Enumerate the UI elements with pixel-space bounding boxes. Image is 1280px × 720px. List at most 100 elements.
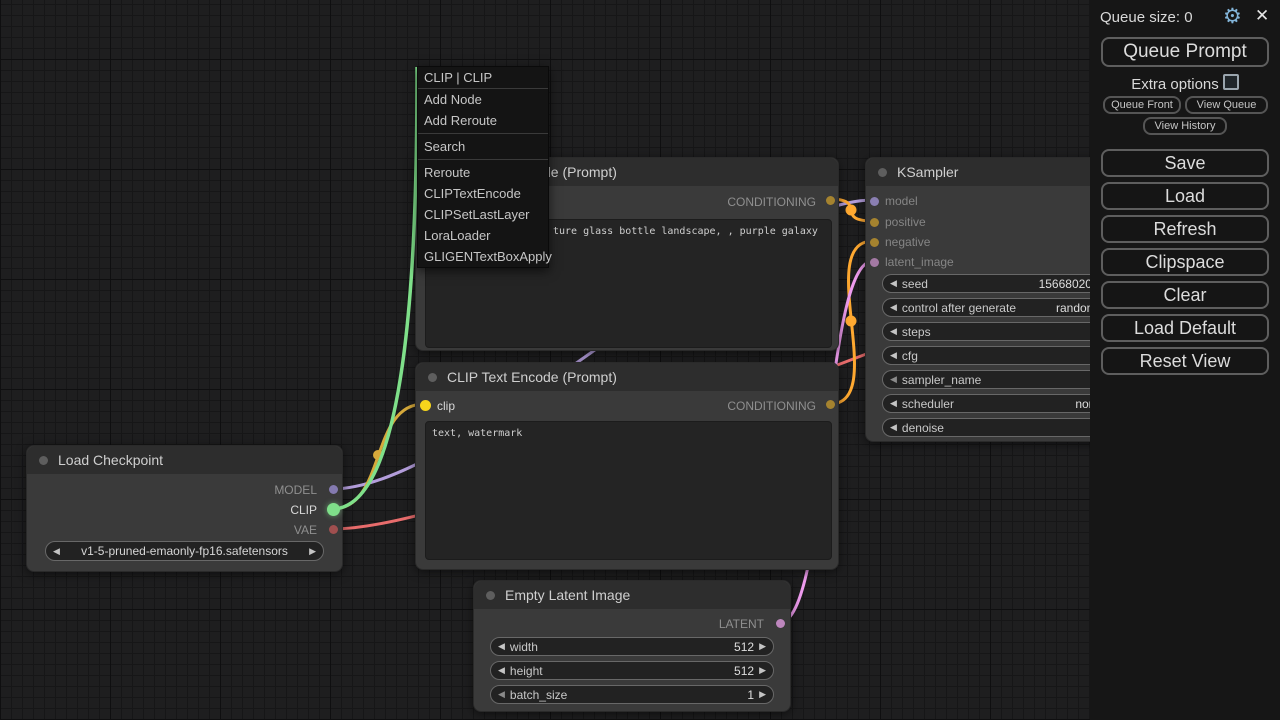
control-after-generate-widget[interactable]: ◀ control after generate randomize — [882, 298, 1125, 317]
latent-output-slot[interactable] — [776, 619, 785, 628]
wire-conditioning-positive-dot[interactable] — [846, 205, 857, 216]
queue-size-label: Queue size: 0 — [1100, 9, 1193, 26]
load-default-button[interactable]: Load Default — [1101, 314, 1269, 342]
model-input-label: model — [885, 194, 918, 208]
wire-clip-midpoint-dot[interactable] — [373, 450, 383, 460]
node-load-checkpoint[interactable]: Load Checkpoint MODEL CLIP VAE ◀ v1-5-pr… — [26, 445, 343, 572]
node-title-bar[interactable]: CLIP Text Encode (Prompt) — [416, 363, 838, 391]
clip-output-label: CLIP — [290, 503, 317, 517]
widget-label: scheduler — [902, 397, 954, 411]
latent-image-input-slot[interactable] — [870, 258, 879, 267]
menu-item-cliptextencode[interactable]: CLIPTextEncode — [418, 183, 548, 204]
menu-item-loraloader[interactable]: LoraLoader — [418, 225, 548, 246]
load-button[interactable]: Load — [1101, 182, 1269, 210]
scheduler-widget[interactable]: ◀ scheduler normal — [882, 394, 1125, 413]
menu-separator — [418, 159, 548, 160]
ckpt-name-combo[interactable]: ◀ v1-5-pruned-emaonly-fp16.safetensors ▶ — [45, 541, 324, 561]
clip-input-slot-highlighted[interactable] — [420, 400, 431, 411]
latent-output-label: LATENT — [719, 617, 764, 631]
queue-prompt-button[interactable]: Queue Prompt — [1101, 37, 1269, 67]
menu-item-search[interactable]: Search — [418, 136, 548, 157]
height-widget[interactable]: ◀ height 512 ▶ — [490, 661, 774, 680]
node-title: KSampler — [897, 164, 958, 180]
node-empty-latent-image[interactable]: Empty Latent Image LATENT ◀ width 512 ▶ … — [473, 580, 791, 712]
widget-label: seed — [902, 277, 928, 291]
denoise-widget[interactable]: ◀ denoise — [882, 418, 1125, 437]
queue-front-button[interactable]: Queue Front — [1103, 96, 1181, 114]
node-title-bar[interactable]: Load Checkpoint — [27, 446, 342, 474]
decrement-arrow-icon[interactable]: ◀ — [498, 637, 505, 656]
widget-label: height — [510, 664, 543, 678]
widget-value: 512 — [734, 664, 754, 678]
extra-options-checkbox[interactable] — [1223, 74, 1239, 90]
increment-arrow-icon[interactable]: ▶ — [759, 685, 766, 704]
sampler-name-widget[interactable]: ◀ sampler_name — [882, 370, 1125, 389]
collapse-dot-icon[interactable] — [486, 591, 495, 600]
next-arrow-icon[interactable]: ▶ — [309, 542, 316, 561]
refresh-button[interactable]: Refresh — [1101, 215, 1269, 243]
decrement-arrow-icon[interactable]: ◀ — [498, 661, 505, 680]
wire-clip-dragging[interactable] — [332, 67, 417, 509]
decrement-arrow-icon[interactable]: ◀ — [890, 298, 897, 317]
clear-button[interactable]: Clear — [1101, 281, 1269, 309]
vae-output-slot[interactable] — [329, 525, 338, 534]
conditioning-output-slot[interactable] — [826, 400, 835, 409]
clip-output-slot-highlighted[interactable] — [327, 503, 340, 516]
link-release-context-menu: CLIP | CLIP Add Node Add Reroute Search … — [417, 66, 549, 268]
decrement-arrow-icon[interactable]: ◀ — [498, 685, 505, 704]
prev-arrow-icon[interactable]: ◀ — [53, 542, 60, 561]
collapse-dot-icon[interactable] — [39, 456, 48, 465]
wire-clip-to-negative-prompt[interactable] — [332, 404, 424, 509]
save-button[interactable]: Save — [1101, 149, 1269, 177]
prompt-textarea[interactable]: text, watermark — [425, 421, 832, 560]
conditioning-output-label: CONDITIONING — [727, 399, 816, 413]
menu-separator — [418, 133, 548, 134]
cfg-widget[interactable]: ◀ cfg — [882, 346, 1125, 365]
widget-label: sampler_name — [902, 373, 981, 387]
view-queue-button[interactable]: View Queue — [1185, 96, 1268, 114]
clipspace-button[interactable]: Clipspace — [1101, 248, 1269, 276]
increment-arrow-icon[interactable]: ▶ — [759, 637, 766, 656]
menu-item-reroute[interactable]: Reroute — [418, 162, 548, 183]
vae-output-label: VAE — [294, 523, 317, 537]
model-output-slot[interactable] — [329, 485, 338, 494]
wire-conditioning-negative-dot[interactable] — [846, 316, 857, 327]
increment-arrow-icon[interactable]: ▶ — [759, 661, 766, 680]
node-clip-text-encode-negative[interactable]: CLIP Text Encode (Prompt) clip CONDITION… — [415, 362, 839, 570]
width-widget[interactable]: ◀ width 512 ▶ — [490, 637, 774, 656]
context-menu-header: CLIP | CLIP — [418, 67, 548, 89]
collapse-dot-icon[interactable] — [428, 373, 437, 382]
widget-label: batch_size — [510, 688, 567, 702]
menu-item-add-reroute[interactable]: Add Reroute — [418, 110, 548, 131]
widget-label: width — [510, 640, 538, 654]
menu-item-clipsetlastlayer[interactable]: CLIPSetLastLayer — [418, 204, 548, 225]
model-input-slot[interactable] — [870, 197, 879, 206]
seed-widget[interactable]: ◀ seed 15668020878 — [882, 274, 1125, 293]
node-title: CLIP Text Encode (Prompt) — [447, 369, 617, 385]
collapse-dot-icon[interactable] — [878, 168, 887, 177]
positive-input-slot[interactable] — [870, 218, 879, 227]
extra-options-label: Extra options — [1131, 76, 1219, 93]
menu-item-add-node[interactable]: Add Node — [418, 89, 548, 110]
view-history-button[interactable]: View History — [1143, 117, 1227, 135]
decrement-arrow-icon[interactable]: ◀ — [890, 370, 897, 389]
decrement-arrow-icon[interactable]: ◀ — [890, 418, 897, 437]
comfy-menu-panel: Queue size: 0 ⚙ ✕ Queue Prompt Extra opt… — [1090, 0, 1280, 720]
conditioning-output-label: CONDITIONING — [727, 195, 816, 209]
close-icon[interactable]: ✕ — [1255, 6, 1269, 26]
decrement-arrow-icon[interactable]: ◀ — [890, 274, 897, 293]
menu-item-gligentextboxapply[interactable]: GLIGENTextBoxApply — [418, 246, 548, 267]
widget-value: 1 — [747, 688, 754, 702]
positive-input-label: positive — [885, 215, 926, 229]
gear-icon[interactable]: ⚙ — [1223, 4, 1242, 29]
batch-size-widget[interactable]: ◀ batch_size 1 ▶ — [490, 685, 774, 704]
decrement-arrow-icon[interactable]: ◀ — [890, 322, 897, 341]
steps-widget[interactable]: ◀ steps — [882, 322, 1125, 341]
node-title-bar[interactable]: Empty Latent Image — [474, 581, 790, 609]
decrement-arrow-icon[interactable]: ◀ — [890, 346, 897, 365]
decrement-arrow-icon[interactable]: ◀ — [890, 394, 897, 413]
widget-label: denoise — [902, 421, 944, 435]
reset-view-button[interactable]: Reset View — [1101, 347, 1269, 375]
negative-input-slot[interactable] — [870, 238, 879, 247]
conditioning-output-slot[interactable] — [826, 196, 835, 205]
